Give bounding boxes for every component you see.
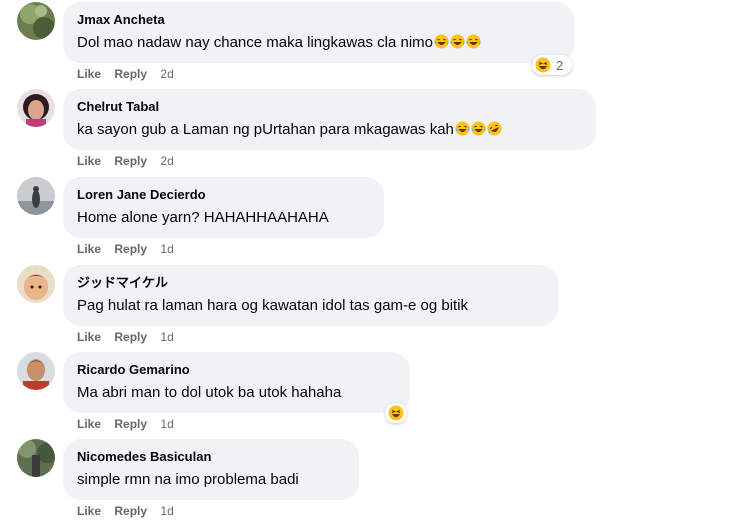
comment-text: Ma abri man to dol utok ba utok hahaha <box>77 384 342 401</box>
comment-author[interactable]: Ricardo Gemarino <box>77 362 396 378</box>
comment-actions: Like Reply 2d <box>77 66 174 82</box>
comment-item: Ricardo Gemarino Ma abri man to dol utok… <box>0 352 750 439</box>
comment-bubble: Jmax Ancheta Dol mao nadaw nay chance ma… <box>63 2 574 63</box>
reply-button[interactable]: Reply <box>114 504 147 518</box>
comment-bubble: Loren Jane Decierdo Home alone yarn? HAH… <box>63 177 384 238</box>
comment-timestamp[interactable]: 2d <box>160 67 173 81</box>
comment-text: simple rmn na imo problema badi <box>77 471 299 488</box>
reaction-summary[interactable]: 2 <box>532 55 572 75</box>
comment-actions: Like Reply 1d <box>77 503 174 519</box>
comment-author[interactable]: Nicomedes Basiculan <box>77 449 345 465</box>
comment-actions: Like Reply 1d <box>77 416 174 432</box>
comment-bubble: Ricardo Gemarino Ma abri man to dol utok… <box>63 352 410 413</box>
comment-thread: Jmax Ancheta Dol mao nadaw nay chance ma… <box>0 0 750 526</box>
comment-actions: Like Reply 1d <box>77 329 174 345</box>
avatar[interactable] <box>17 2 55 40</box>
reply-button[interactable]: Reply <box>114 417 147 431</box>
avatar[interactable] <box>17 439 55 477</box>
comment-author[interactable]: Chelrut Tabal <box>77 99 582 115</box>
avatar-image <box>17 439 55 477</box>
comment-text: ka sayon gub a Laman ng pUrtahan para mk… <box>77 120 582 140</box>
laughing-tears-emoji-icon <box>471 121 486 136</box>
like-button[interactable]: Like <box>77 417 101 431</box>
laughing-tears-emoji-icon <box>466 34 481 49</box>
comment-timestamp[interactable]: 1d <box>160 417 173 431</box>
reaction-summary[interactable] <box>385 403 407 423</box>
comment-bubble: ジッドマイケル Pag hulat ra laman hara og kawat… <box>63 265 558 326</box>
comment-bubble: Nicomedes Basiculan simple rmn na imo pr… <box>63 439 359 500</box>
avatar[interactable] <box>17 352 55 390</box>
like-button[interactable]: Like <box>77 242 101 256</box>
comment-body: Dol mao nadaw nay chance maka lingkawas … <box>77 34 434 51</box>
like-button[interactable]: Like <box>77 67 101 81</box>
comment-item: Jmax Ancheta Dol mao nadaw nay chance ma… <box>0 2 750 89</box>
comment-text: Home alone yarn? HAHAHHAAHAHA <box>77 209 329 226</box>
reply-button[interactable]: Reply <box>114 154 147 168</box>
avatar[interactable] <box>17 265 55 303</box>
laughing-tears-emoji-icon <box>450 34 465 49</box>
comment-item: Nicomedes Basiculan simple rmn na imo pr… <box>0 439 750 526</box>
like-button[interactable]: Like <box>77 504 101 518</box>
like-button[interactable]: Like <box>77 330 101 344</box>
avatar-image <box>17 89 55 127</box>
comment-item: ジッドマイケル Pag hulat ra laman hara og kawat… <box>0 265 750 352</box>
reply-button[interactable]: Reply <box>114 330 147 344</box>
comment-item: Chelrut Tabal ka sayon gub a Laman ng pU… <box>0 89 750 176</box>
comment-timestamp[interactable]: 1d <box>160 330 173 344</box>
comment-author[interactable]: Loren Jane Decierdo <box>77 187 370 203</box>
comment-author[interactable]: Jmax Ancheta <box>77 12 560 28</box>
comment-text: Dol mao nadaw nay chance maka lingkawas … <box>77 33 560 53</box>
avatar[interactable] <box>17 177 55 215</box>
haha-reaction-icon <box>388 405 404 421</box>
comment-bubble: Chelrut Tabal ka sayon gub a Laman ng pU… <box>63 89 596 150</box>
comment-actions: Like Reply 2d <box>77 153 174 169</box>
rolling-laughing-emoji-icon <box>487 121 502 136</box>
comment-timestamp[interactable]: 1d <box>160 504 173 518</box>
comment-author[interactable]: ジッドマイケル <box>77 275 544 291</box>
reply-button[interactable]: Reply <box>114 242 147 256</box>
avatar-image <box>17 177 55 215</box>
avatar-image <box>17 2 55 40</box>
laughing-tears-emoji-icon <box>434 34 449 49</box>
haha-reaction-icon <box>535 57 551 73</box>
like-button[interactable]: Like <box>77 154 101 168</box>
avatar-image <box>17 265 55 303</box>
reaction-count: 2 <box>556 57 564 73</box>
comment-item: Loren Jane Decierdo Home alone yarn? HAH… <box>0 177 750 264</box>
comment-timestamp[interactable]: 2d <box>160 154 173 168</box>
avatar-image <box>17 352 55 390</box>
avatar[interactable] <box>17 89 55 127</box>
laughing-tears-emoji-icon <box>455 121 470 136</box>
comment-body: ka sayon gub a Laman ng pUrtahan para mk… <box>77 121 454 138</box>
comment-timestamp[interactable]: 1d <box>160 242 173 256</box>
comment-text: Pag hulat ra laman hara og kawatan idol … <box>77 297 469 314</box>
comment-actions: Like Reply 1d <box>77 241 174 257</box>
reply-button[interactable]: Reply <box>114 67 147 81</box>
